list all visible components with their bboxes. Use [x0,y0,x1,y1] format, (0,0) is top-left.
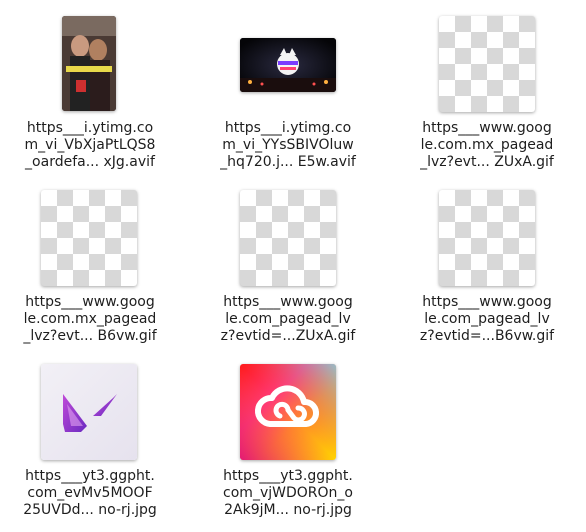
file-name: https___www.goog le.com_pagead_lv z?evti… [419,294,555,344]
file-name: https___www.goog le.com.mx_pagead _lvz?e… [23,294,157,344]
file-item[interactable]: https___yt3.ggpht. com_vjWDOROn_o 2Ak9jM… [198,362,378,519]
file-item[interactable]: https___i.ytimg.co m_vi_YYsSBIVOluw _hq7… [198,14,378,171]
photo-thumbnail [62,16,116,111]
photo-thumbnail-image [62,16,116,111]
transparent-thumbnail [439,190,535,286]
file-item[interactable]: https___www.goog le.com.mx_pagead _lvz?e… [397,14,577,171]
file-item[interactable]: https___www.goog le.com.mx_pagead _lvz?e… [0,188,180,345]
thumbnail-area [0,14,180,114]
thumbnail-area [198,14,378,114]
file-name: https___yt3.ggpht. com_evMv5MOOF 25UVDd.… [23,468,157,518]
file-name: https___i.ytimg.co m_vi_VbXjaPtLQS8 _oar… [24,120,156,170]
transparent-thumbnail [439,16,535,112]
file-item[interactable]: https___www.goog le.com_pagead_lv z?evti… [198,188,378,345]
file-item[interactable]: https___yt3.ggpht. com_evMv5MOOF 25UVDd.… [0,362,180,519]
creative-cloud-logo-thumbnail [240,364,336,460]
file-name: https___www.goog le.com.mx_pagead _lvz?e… [420,120,554,170]
valorant-logo-thumbnail [41,364,137,460]
file-name: https___i.ytimg.co m_vi_YYsSBIVOluw _hq7… [220,120,356,170]
file-item[interactable]: https___www.goog le.com_pagead_lv z?evti… [397,188,577,345]
file-name: https___yt3.ggpht. com_vjWDOROn_o 2Ak9jM… [223,468,353,518]
thumbnail-area [0,188,180,288]
valorant-logo-icon [63,394,117,432]
transparent-thumbnail [240,190,336,286]
transparent-thumbnail [41,190,137,286]
file-item[interactable]: https___i.ytimg.co m_vi_VbXjaPtLQS8 _oar… [0,14,180,171]
thumbnail-area [198,188,378,288]
creative-cloud-logo-icon [240,364,336,460]
file-grid: https___i.ytimg.co m_vi_VbXjaPtLQS8 _oar… [0,0,586,532]
banner-thumbnail [240,38,336,92]
thumbnail-area [397,14,577,114]
file-name: https___www.goog le.com_pagead_lv z?evti… [220,294,356,344]
thumbnail-area [0,362,180,462]
banner-thumbnail-image [240,38,336,92]
thumbnail-area [198,362,378,462]
thumbnail-area [397,188,577,288]
